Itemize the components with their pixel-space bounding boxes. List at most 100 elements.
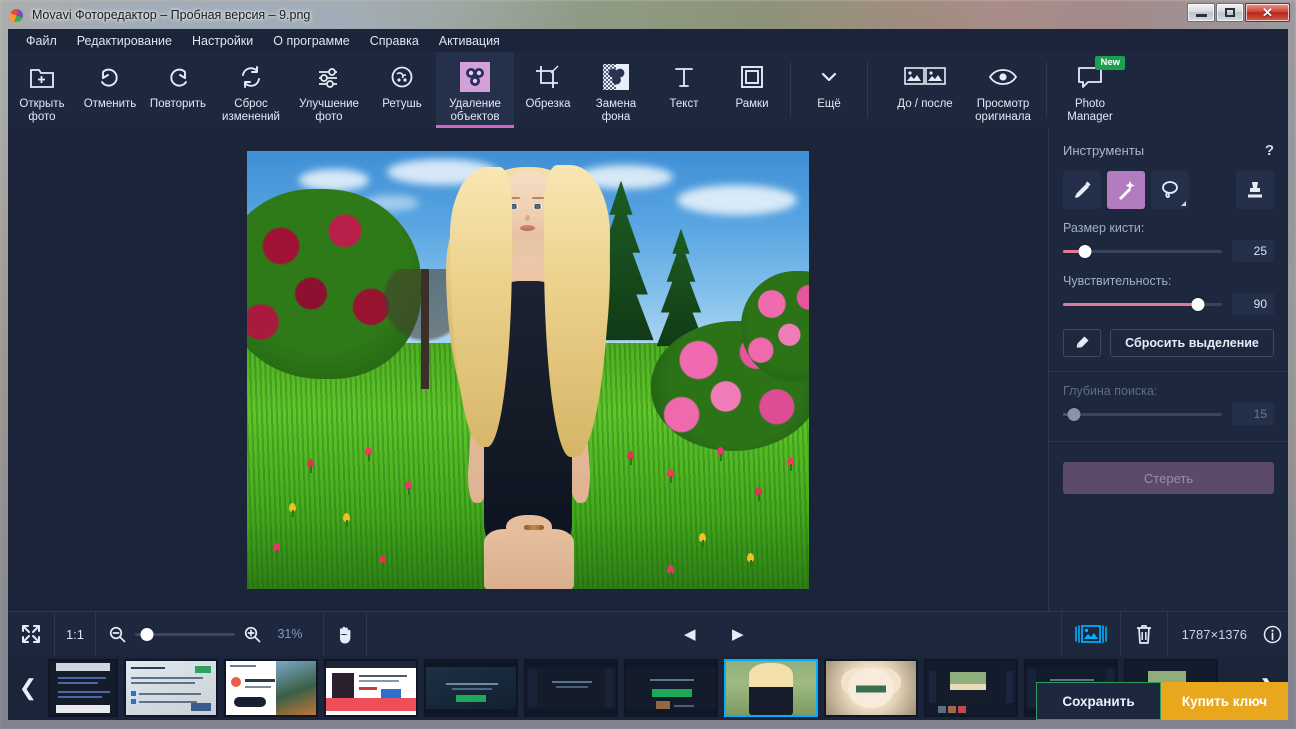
toolbar-before-after[interactable]: До / после xyxy=(886,52,964,128)
toolbar-object-removal[interactable]: Удаление объектов xyxy=(436,52,514,128)
photo-canvas[interactable] xyxy=(247,150,809,589)
toolbar-photo-enhance[interactable]: Улучшение фото xyxy=(290,52,368,128)
list-item[interactable] xyxy=(424,659,518,717)
brush-size-slider[interactable] xyxy=(1063,244,1222,258)
menu-file[interactable]: Файл xyxy=(16,31,67,51)
toolbar-crop[interactable]: Обрезка xyxy=(514,52,582,128)
zoom-slider[interactable] xyxy=(135,627,235,641)
list-item[interactable] xyxy=(524,659,618,717)
list-item[interactable] xyxy=(324,659,418,717)
tools-panel-header: Инструменты ? xyxy=(1049,128,1288,159)
menu-help[interactable]: Справка xyxy=(360,31,429,51)
erase-button[interactable]: Стереть xyxy=(1063,462,1274,494)
tulip xyxy=(747,552,754,567)
help-icon[interactable]: ? xyxy=(1265,142,1274,159)
toolbar-more[interactable]: Ещё xyxy=(795,52,863,128)
stamp-icon xyxy=(1248,182,1262,198)
buy-key-button[interactable]: Купить ключ xyxy=(1161,682,1288,720)
background-change-icon xyxy=(602,61,630,93)
zoom-in-button[interactable] xyxy=(244,626,261,643)
sensitivity-value[interactable]: 90 xyxy=(1232,293,1274,315)
tulip xyxy=(787,456,794,471)
selection-actions-row: Сбросить выделение xyxy=(1049,315,1288,357)
toolbar-open-photo-label-2: фото xyxy=(28,110,56,123)
tulip xyxy=(667,468,674,483)
menu-about[interactable]: О программе xyxy=(263,31,359,51)
toolbar-redo[interactable]: Повторить xyxy=(144,52,212,128)
actual-size-button[interactable]: 1:1 xyxy=(55,612,95,657)
toolbar-retouch-label: Ретушь xyxy=(382,98,422,110)
menu-settings[interactable]: Настройки xyxy=(182,31,263,51)
toolbar-before-after-label: До / после xyxy=(897,98,953,110)
list-item[interactable] xyxy=(124,659,218,717)
toolbar-background-change[interactable]: Замена фона xyxy=(582,52,650,128)
tulip xyxy=(627,450,634,465)
sensitivity-slider[interactable] xyxy=(1063,297,1222,311)
eraser-button[interactable] xyxy=(1063,329,1101,357)
main-toolbar: Открыть фото Отменить Повторить Сброс изме… xyxy=(8,52,1288,128)
image-info-button[interactable] xyxy=(1256,612,1288,657)
thumb-girl-image xyxy=(726,661,816,715)
tulip xyxy=(667,564,674,579)
toolbar-frames[interactable]: Рамки xyxy=(718,52,786,128)
magic-wand-tool-button[interactable] xyxy=(1107,171,1145,209)
toolbar-divider-3 xyxy=(1046,62,1047,118)
canvas-area[interactable] xyxy=(8,128,1048,611)
menu-edit[interactable]: Редактирование xyxy=(67,31,182,51)
list-item[interactable] xyxy=(824,659,918,717)
sensitivity-label: Чувствительность: xyxy=(1063,274,1172,288)
save-button[interactable]: Сохранить xyxy=(1036,682,1161,720)
client-area: Файл Редактирование Настройки О программ… xyxy=(8,29,1288,720)
toolbar-open-photo[interactable]: Открыть фото xyxy=(8,52,76,128)
zoom-controls: 31% xyxy=(96,626,323,643)
list-item[interactable] xyxy=(48,659,118,717)
toolbar-reset-changes[interactable]: Сброс изменений xyxy=(212,52,290,128)
stamp-tool-button[interactable] xyxy=(1236,171,1274,209)
eraser-icon xyxy=(1076,336,1089,348)
bottom-right-group: 1787×1376 xyxy=(1060,611,1288,657)
toolbar-bg-label-2: фона xyxy=(601,110,631,123)
filmstrip-prev-button[interactable]: ❮ xyxy=(8,656,48,720)
lasso-tool-button[interactable] xyxy=(1151,171,1189,209)
menu-activation[interactable]: Активация xyxy=(429,31,510,51)
search-depth-value[interactable]: 15 xyxy=(1232,403,1274,425)
list-item[interactable] xyxy=(624,659,718,717)
fit-to-screen-button[interactable] xyxy=(8,612,54,657)
tulip xyxy=(343,512,350,527)
toolbar-object-removal-label-1: Удаление xyxy=(449,98,501,110)
eye xyxy=(533,203,542,209)
toolbar-undo[interactable]: Отменить xyxy=(76,52,144,128)
list-item[interactable] xyxy=(924,659,1018,717)
bottom-divider-4 xyxy=(366,611,367,657)
lasso-dropdown-arrow[interactable] xyxy=(1181,201,1186,206)
app-logo-icon xyxy=(9,7,25,23)
brush-size-row: 25 xyxy=(1049,240,1288,262)
list-item[interactable] xyxy=(224,659,318,717)
maximize-button[interactable] xyxy=(1216,3,1244,22)
next-image-button[interactable]: ▶ xyxy=(725,625,751,643)
toolbar-retouch[interactable]: Ретушь xyxy=(368,52,436,128)
filmstrip-toggle-button[interactable] xyxy=(1062,612,1120,657)
title-bar: Movavi Фоторедактор – Пробная версия – 9… xyxy=(0,0,1296,29)
brush-tool-button[interactable] xyxy=(1063,171,1101,209)
close-button[interactable]: ✕ xyxy=(1245,3,1290,22)
delete-image-button[interactable] xyxy=(1121,612,1167,657)
brush-size-value[interactable]: 25 xyxy=(1232,240,1274,262)
toolbar-photo-manager[interactable]: New Photo Manager xyxy=(1051,52,1129,128)
search-depth-slider[interactable] xyxy=(1063,407,1222,421)
sensitivity-row: 90 xyxy=(1049,293,1288,315)
list-item[interactable] xyxy=(724,659,818,717)
window-controls: ✕ xyxy=(1187,3,1290,22)
zoom-out-button[interactable] xyxy=(109,626,126,643)
previous-image-button[interactable]: ◀ xyxy=(677,625,703,643)
retouch-icon xyxy=(388,61,416,93)
tulip xyxy=(699,532,706,547)
toolbar-text[interactable]: Текст xyxy=(650,52,718,128)
hair-front-right xyxy=(544,164,610,457)
hand-tool-button[interactable] xyxy=(324,612,366,657)
zoom-percent-label: 31% xyxy=(277,627,303,641)
toolbar-view-original[interactable]: Просмотр оригинала xyxy=(964,52,1042,128)
bottom-toolbar: 1:1 31% ◀ ▶ 1787×1376 xyxy=(8,611,1288,657)
minimize-button[interactable] xyxy=(1187,3,1215,22)
reset-selection-button[interactable]: Сбросить выделение xyxy=(1110,329,1274,357)
